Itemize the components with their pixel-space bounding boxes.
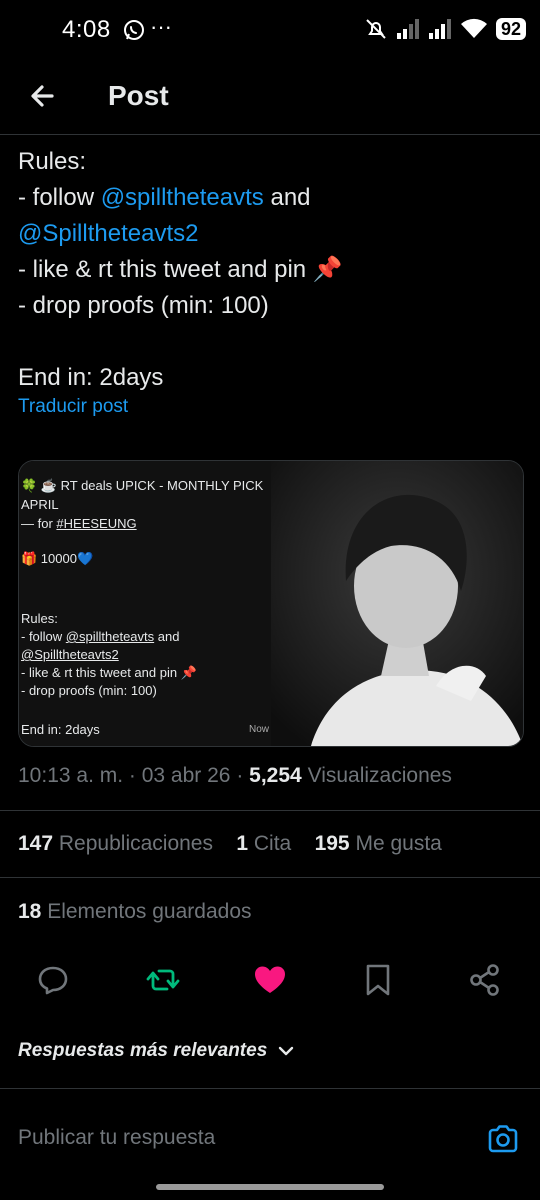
media-image-photo[interactable] <box>271 461 523 746</box>
reposts-label: Republicaciones <box>58 832 213 855</box>
media-image-screenshot[interactable]: 🍀 ☕ RT deals UPICK - MONTHLY PICK APRIL … <box>19 461 271 746</box>
status-icons: 92 <box>364 16 526 42</box>
media-text-line: 🎁 10000💙 <box>21 551 94 566</box>
battery-indicator: 92 <box>495 18 526 40</box>
bookmarks-label: Elementos guardados <box>47 900 252 923</box>
chevron-down-icon <box>279 1046 294 1056</box>
reply-divider <box>0 1088 540 1089</box>
bookmark-icon[interactable] <box>360 962 396 998</box>
wifi-icon <box>460 18 487 38</box>
signal-icon-1 <box>396 19 419 39</box>
post-date: 03 abr 26 <box>141 764 231 787</box>
likes-stat[interactable]: 195 Me gusta <box>315 832 442 855</box>
views-count: 5,254 <box>249 764 302 787</box>
reply-icon[interactable] <box>35 962 71 998</box>
notification-more-icon: ··· <box>150 14 172 39</box>
bookmarks-count: 18 <box>18 900 42 923</box>
media-text-line: @Spilltheteavts2 <box>21 647 119 662</box>
views-label: Visualizaciones <box>307 764 452 787</box>
camera-icon[interactable] <box>486 1122 520 1156</box>
mention-link[interactable]: @Spilltheteavts2 <box>18 220 198 247</box>
media-attachment[interactable]: 🍀 ☕ RT deals UPICK - MONTHLY PICK APRIL … <box>18 460 524 747</box>
media-text-line: — for #HEESEUNG <box>21 516 137 531</box>
mute-icon <box>366 19 386 39</box>
media-text-line: - like & rt this tweet and pin 📌 <box>21 665 197 680</box>
meta-divider <box>0 810 540 811</box>
tweet-line: End in: 2days <box>18 364 164 391</box>
tweet-text: Rules: - follow @spilltheteavts and @Spi… <box>18 144 523 396</box>
media-text-line: APRIL <box>21 497 59 512</box>
tweet-line: @Spilltheteavts2 <box>18 216 523 252</box>
whatsapp-icon <box>124 20 144 40</box>
likes-count: 195 <box>314 832 350 855</box>
tweet-line: - drop proofs (min: 100) <box>18 292 269 319</box>
tweet-text-fragment: - follow <box>18 184 101 211</box>
status-bar: 4:08 ··· 92 <box>0 0 540 62</box>
status-time: 4:08 <box>62 16 111 43</box>
replies-sort-label: Respuestas más relevantes <box>18 1040 268 1061</box>
home-indicator[interactable] <box>156 1184 384 1190</box>
likes-label: Me gusta <box>355 832 442 855</box>
media-text-line: Rules: <box>21 611 58 626</box>
back-arrow-icon[interactable] <box>22 74 66 118</box>
media-text-line: - follow @spilltheteavts and <box>21 629 180 644</box>
quotes-stat[interactable]: 1 Cita <box>236 832 291 855</box>
quotes-label: Cita <box>253 832 292 855</box>
post-meta: 10:13 a. m. · 03 abr 26 · 5,254 Visualiz… <box>18 764 452 787</box>
mention-link[interactable]: @spilltheteavts <box>101 184 264 211</box>
media-text-line: 🍀 ☕ RT deals UPICK - MONTHLY PICK <box>21 478 264 493</box>
bookmarks-stat[interactable]: 18 Elementos guardados <box>18 900 252 924</box>
header-divider <box>0 134 540 135</box>
tweet-line: - like & rt this tweet and pin 📌 <box>18 256 343 283</box>
heart-icon[interactable] <box>252 962 288 998</box>
reply-input[interactable]: Publicar tu respuesta <box>18 1126 215 1150</box>
reposts-stat[interactable]: 147 Republicaciones <box>18 832 213 855</box>
translate-post-link[interactable]: Traducir post <box>18 396 128 418</box>
replies-sort-dropdown[interactable]: Respuestas más relevantes <box>18 1040 295 1062</box>
reposts-count: 147 <box>18 832 54 855</box>
media-text-line: - drop proofs (min: 100) <box>21 683 157 698</box>
tweet-line: Rules: <box>18 148 87 175</box>
post-time: 10:13 a. m. <box>18 764 124 787</box>
media-text-line: End in: 2days <box>21 722 100 737</box>
tweet-line: - follow @spilltheteavts and <box>18 180 523 216</box>
quotes-count: 1 <box>236 832 249 855</box>
page-title: Post <box>108 80 169 111</box>
retweet-icon[interactable] <box>145 962 181 998</box>
engagement-stats: 147 Republicaciones 1 Cita 195 Me gusta <box>18 832 442 856</box>
media-corner-label: Now <box>248 724 269 735</box>
tweet-text-fragment: and <box>263 184 311 211</box>
share-icon[interactable] <box>467 962 503 998</box>
signal-icon-2 <box>428 19 451 39</box>
stats-divider <box>0 877 540 878</box>
